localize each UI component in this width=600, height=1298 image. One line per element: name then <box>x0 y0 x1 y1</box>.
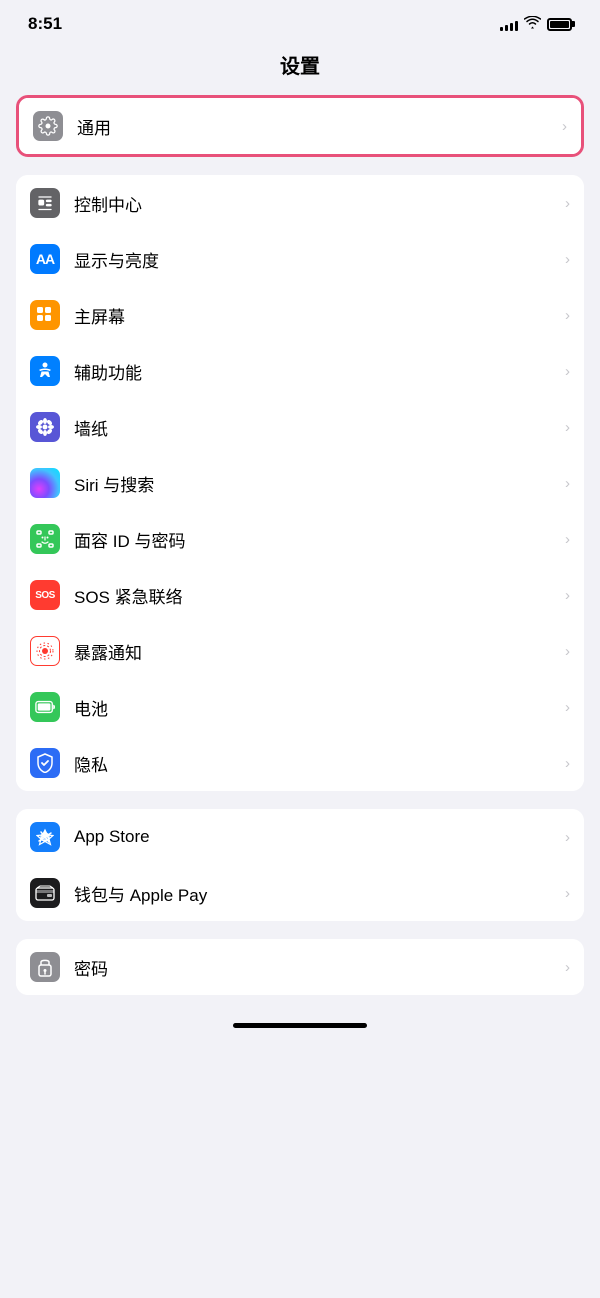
settings-row-general[interactable]: 通用 › <box>19 98 581 154</box>
accessibility-icon <box>30 356 60 386</box>
battery-settings-icon <box>30 692 60 722</box>
signal-bar-3 <box>510 23 513 31</box>
settings-row-accessibility[interactable]: 辅助功能 › <box>16 343 584 399</box>
chevron-icon: › <box>565 531 570 548</box>
settings-row-app-store[interactable]: App Store › <box>16 809 584 865</box>
settings-row-wallet[interactable]: 钱包与 Apple Pay › <box>16 865 584 921</box>
settings-row-exposure[interactable]: 暴露通知 › <box>16 623 584 679</box>
chevron-icon: › <box>565 959 570 976</box>
general-label: 通用 <box>77 114 558 139</box>
gear-icon <box>33 111 63 141</box>
privacy-label: 隐私 <box>74 751 561 776</box>
flower-icon <box>30 412 60 442</box>
siri-icon <box>30 468 60 498</box>
settings-row-control-center[interactable]: 控制中心 › <box>16 175 584 231</box>
chevron-icon: › <box>565 699 570 716</box>
wallpaper-label: 墙纸 <box>74 415 561 440</box>
page-title: 设置 <box>0 42 600 95</box>
app-store-label: App Store <box>74 827 561 847</box>
signal-bar-2 <box>505 25 508 31</box>
grid-icon <box>30 300 60 330</box>
sos-icon: SOS <box>30 580 60 610</box>
sos-label: SOS 紧急联络 <box>74 583 561 608</box>
privacy-icon <box>30 748 60 778</box>
control-center-label: 控制中心 <box>74 191 561 216</box>
status-time: 8:51 <box>28 14 62 34</box>
settings-row-display[interactable]: AA 显示与亮度 › <box>16 231 584 287</box>
display-label: 显示与亮度 <box>74 247 561 272</box>
signal-bars-icon <box>500 18 518 31</box>
settings-row-privacy[interactable]: 隐私 › <box>16 735 584 791</box>
password-label: 密码 <box>74 955 561 980</box>
chevron-icon: › <box>565 829 570 846</box>
settings-group-2: 控制中心 › AA 显示与亮度 › 主屏幕 › <box>16 175 584 791</box>
chevron-icon: › <box>565 251 570 268</box>
chevron-icon: › <box>562 118 567 135</box>
chevron-icon: › <box>565 475 570 492</box>
accessibility-label: 辅助功能 <box>74 359 561 384</box>
signal-bar-4 <box>515 21 518 31</box>
chevron-icon: › <box>565 419 570 436</box>
settings-group-3: App Store › 钱包与 Apple Pay › <box>16 809 584 921</box>
chevron-icon: › <box>565 587 570 604</box>
chevron-icon: › <box>565 885 570 902</box>
home-indicator <box>233 1023 367 1028</box>
chevron-icon: › <box>565 363 570 380</box>
password-icon <box>30 952 60 982</box>
settings-row-wallpaper[interactable]: 墙纸 › <box>16 399 584 455</box>
appstore-icon <box>30 822 60 852</box>
chevron-icon: › <box>565 307 570 324</box>
chevron-icon: › <box>565 755 570 772</box>
wifi-icon <box>524 16 541 32</box>
settings-row-home-screen[interactable]: 主屏幕 › <box>16 287 584 343</box>
wallet-label: 钱包与 Apple Pay <box>74 881 561 906</box>
settings-group-1: 通用 › <box>16 95 584 157</box>
faceid-icon <box>30 524 60 554</box>
home-screen-label: 主屏幕 <box>74 303 561 328</box>
chevron-icon: › <box>565 195 570 212</box>
settings-row-siri[interactable]: Siri 与搜索 › <box>16 455 584 511</box>
toggle-icon <box>30 188 60 218</box>
signal-bar-1 <box>500 27 503 31</box>
settings-row-battery[interactable]: 电池 › <box>16 679 584 735</box>
status-bar: 8:51 <box>0 0 600 42</box>
settings-row-face-id[interactable]: 面容 ID 与密码 › <box>16 511 584 567</box>
exposure-label: 暴露通知 <box>74 639 561 664</box>
settings-row-password[interactable]: 密码 › <box>16 939 584 995</box>
exposure-icon <box>30 636 60 666</box>
battery-icon <box>547 18 572 31</box>
chevron-icon: › <box>565 643 570 660</box>
settings-group-4: 密码 › <box>16 939 584 995</box>
wallet-icon <box>30 878 60 908</box>
status-icons <box>500 16 572 32</box>
face-id-label: 面容 ID 与密码 <box>74 527 561 552</box>
battery-fill <box>550 21 569 28</box>
aa-icon: AA <box>30 244 60 274</box>
settings-row-sos[interactable]: SOS SOS 紧急联络 › <box>16 567 584 623</box>
siri-label: Siri 与搜索 <box>74 471 561 496</box>
battery-label: 电池 <box>74 695 561 720</box>
